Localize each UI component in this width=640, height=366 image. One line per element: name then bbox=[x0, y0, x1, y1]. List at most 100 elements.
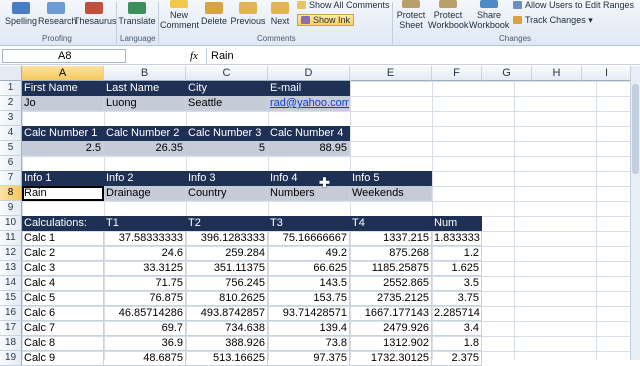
calc-cell[interactable]: Calc 9 bbox=[22, 351, 104, 366]
row-header-3[interactable]: 3 bbox=[0, 111, 22, 126]
calc-cell[interactable]: 493.8742857 bbox=[186, 306, 268, 321]
calc-cell[interactable]: 2735.2125 bbox=[350, 291, 432, 306]
column-header-a[interactable]: A bbox=[22, 66, 104, 81]
calc-cell[interactable]: 143.5 bbox=[268, 276, 350, 291]
cell-f10[interactable]: Num bbox=[432, 216, 482, 231]
calc-cell[interactable]: 71.75 bbox=[104, 276, 186, 291]
research-button[interactable]: Research bbox=[38, 2, 77, 26]
cell-a2[interactable]: Jo bbox=[22, 96, 104, 111]
column-header-h[interactable]: H bbox=[532, 66, 582, 81]
row-header-16[interactable]: 16 bbox=[0, 306, 22, 321]
delete-button[interactable]: Delete bbox=[199, 2, 229, 26]
calc-cell[interactable]: 3.5 bbox=[432, 276, 482, 291]
calc-cell[interactable]: 2479.926 bbox=[350, 321, 432, 336]
cell-b8[interactable]: Drainage bbox=[104, 186, 186, 201]
cell-c4[interactable]: Calc Number 3 bbox=[186, 126, 268, 141]
column-header-b[interactable]: B bbox=[104, 66, 186, 81]
calc-cell[interactable]: 756.245 bbox=[186, 276, 268, 291]
calc-cell[interactable]: 97.375 bbox=[268, 351, 350, 366]
calc-cell[interactable]: 48.6875 bbox=[104, 351, 186, 366]
cell-d4[interactable]: Calc Number 4 bbox=[268, 126, 350, 141]
row-header-19[interactable]: 19 bbox=[0, 351, 22, 366]
cell-c10[interactable]: T2 bbox=[186, 216, 268, 231]
calc-cell[interactable]: 1.8 bbox=[432, 336, 482, 351]
calc-cell[interactable]: 36.9 bbox=[104, 336, 186, 351]
next-button[interactable]: Next bbox=[267, 2, 293, 26]
scroll-thumb[interactable] bbox=[632, 84, 639, 174]
cell-b2[interactable]: Luong bbox=[104, 96, 186, 111]
calc-cell[interactable]: 1185.25875 bbox=[350, 261, 432, 276]
cell-a5[interactable]: 2.5 bbox=[22, 141, 104, 156]
calc-cell[interactable]: 49.2 bbox=[268, 246, 350, 261]
email-link[interactable]: rad@yahoo.com bbox=[268, 96, 350, 111]
cell-b4[interactable]: Calc Number 2 bbox=[104, 126, 186, 141]
calc-cell[interactable]: 1312.902 bbox=[350, 336, 432, 351]
allow-users-button[interactable]: Allow Users to Edit Ranges bbox=[513, 0, 634, 10]
calc-cell[interactable]: 37.58333333 bbox=[104, 231, 186, 246]
cell-b7[interactable]: Info 2 bbox=[104, 171, 186, 186]
calc-cell[interactable]: 2552.865 bbox=[350, 276, 432, 291]
calc-cell[interactable]: 2.285714 bbox=[432, 306, 482, 321]
cell-a1[interactable]: First Name bbox=[22, 81, 104, 96]
calc-cell[interactable]: 1667.177143 bbox=[350, 306, 432, 321]
column-header-c[interactable]: C bbox=[186, 66, 268, 81]
cell-b1[interactable]: Last Name bbox=[104, 81, 186, 96]
name-box[interactable]: A8 bbox=[2, 49, 126, 63]
cell-c2[interactable]: Seattle bbox=[186, 96, 268, 111]
column-header-g[interactable]: G bbox=[482, 66, 532, 81]
cell-d10[interactable]: T3 bbox=[268, 216, 350, 231]
cell-b5[interactable]: 26.35 bbox=[104, 141, 186, 156]
calc-cell[interactable]: Calc 5 bbox=[22, 291, 104, 306]
calc-cell[interactable]: 1732.30125 bbox=[350, 351, 432, 366]
calc-cell[interactable]: 24.6 bbox=[104, 246, 186, 261]
new-comment-button[interactable]: New Comment bbox=[160, 0, 199, 30]
calc-cell[interactable]: 139.4 bbox=[268, 321, 350, 336]
select-all-corner[interactable] bbox=[0, 66, 22, 81]
row-header-12[interactable]: 12 bbox=[0, 246, 22, 261]
row-header-14[interactable]: 14 bbox=[0, 276, 22, 291]
calc-cell[interactable]: 46.85714286 bbox=[104, 306, 186, 321]
calc-cell[interactable]: Calc 8 bbox=[22, 336, 104, 351]
active-cell-a8[interactable]: Rain bbox=[22, 186, 104, 201]
row-header-8[interactable]: 8 bbox=[0, 186, 22, 201]
cell-d5[interactable]: 88.95 bbox=[268, 141, 350, 156]
cell-c5[interactable]: 5 bbox=[186, 141, 268, 156]
cell-a4[interactable]: Calc Number 1 bbox=[22, 126, 104, 141]
row-header-9[interactable]: 9 bbox=[0, 201, 22, 216]
row-header-1[interactable]: 1 bbox=[0, 81, 22, 96]
calc-cell[interactable]: 1.625 bbox=[432, 261, 482, 276]
cell-e8[interactable]: Weekends bbox=[350, 186, 432, 201]
column-header-f[interactable]: F bbox=[432, 66, 482, 81]
track-changes-button[interactable]: Track Changes ▾ bbox=[513, 15, 593, 26]
calc-cell[interactable]: 66.625 bbox=[268, 261, 350, 276]
row-header-7[interactable]: 7 bbox=[0, 171, 22, 186]
calc-cell[interactable]: 3.75 bbox=[432, 291, 482, 306]
column-header-i[interactable]: I bbox=[582, 66, 632, 81]
calc-cell[interactable]: 734.638 bbox=[186, 321, 268, 336]
calc-cell[interactable]: 259.284 bbox=[186, 246, 268, 261]
translate-button[interactable]: Translate bbox=[118, 2, 156, 26]
calc-cell[interactable]: 351.11375 bbox=[186, 261, 268, 276]
cell-d7[interactable]: Info 4 bbox=[268, 171, 350, 186]
cell-c8[interactable]: Country bbox=[186, 186, 268, 201]
calc-cell[interactable]: Calc 1 bbox=[22, 231, 104, 246]
show-ink-button[interactable]: Show Ink bbox=[297, 14, 355, 26]
calc-cell[interactable]: 875.268 bbox=[350, 246, 432, 261]
function-icon[interactable]: fx bbox=[190, 50, 198, 62]
thesaurus-button[interactable]: Thesaurus bbox=[74, 2, 117, 26]
calc-cell[interactable]: 810.2625 bbox=[186, 291, 268, 306]
calc-cell[interactable]: 1.2 bbox=[432, 246, 482, 261]
row-header-5[interactable]: 5 bbox=[0, 141, 22, 156]
column-header-e[interactable]: E bbox=[350, 66, 432, 81]
cell-b10[interactable]: T1 bbox=[104, 216, 186, 231]
cell-d1[interactable]: E-mail bbox=[268, 81, 350, 96]
calc-cell[interactable]: 33.3125 bbox=[104, 261, 186, 276]
calc-cell[interactable]: 3.4 bbox=[432, 321, 482, 336]
row-header-13[interactable]: 13 bbox=[0, 261, 22, 276]
row-header-15[interactable]: 15 bbox=[0, 291, 22, 306]
cell-a7[interactable]: Info 1 bbox=[22, 171, 104, 186]
cell-a10[interactable]: Calculations: bbox=[22, 216, 104, 231]
previous-button[interactable]: Previous bbox=[230, 2, 266, 26]
calc-cell[interactable]: Calc 2 bbox=[22, 246, 104, 261]
calc-cell[interactable]: Calc 7 bbox=[22, 321, 104, 336]
